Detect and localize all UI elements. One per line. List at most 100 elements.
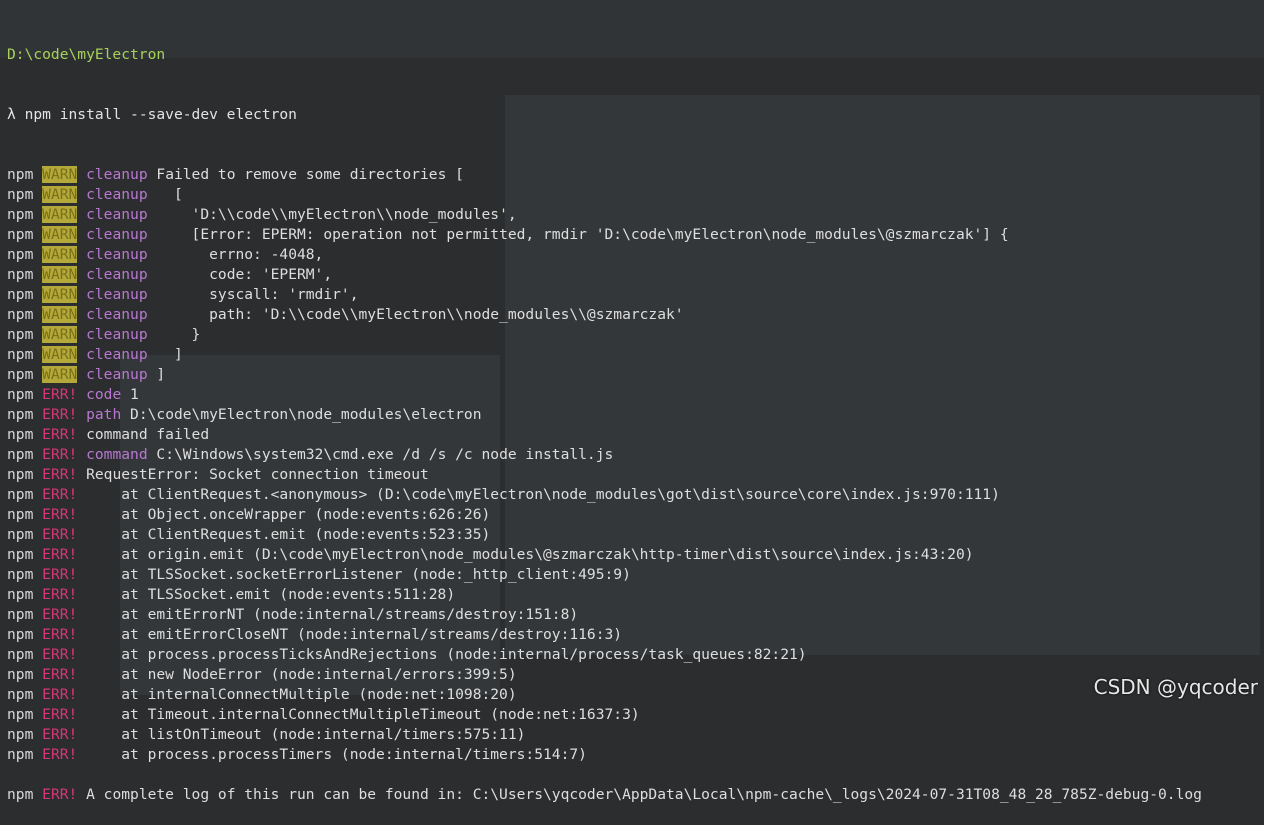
npm-prefix: npm [7,626,34,643]
log-message: at TLSSocket.emit (node:events:511:28) [86,586,456,603]
log-line: npm ERR! RequestError: Socket connection… [7,465,1257,485]
log-message: A complete log of this run can be found … [86,786,1202,803]
npm-prefix: npm [7,466,34,483]
log-line: npm ERR! command C:\Windows\system32\cmd… [7,445,1257,465]
log-message: at ClientRequest.<anonymous> (D:\code\my… [86,486,1000,503]
err-badge: ERR! [42,726,78,743]
warn-badge: WARN [42,326,78,343]
command-line: λ npm install --save-dev electron [7,105,1257,125]
err-badge: ERR! [42,566,78,583]
log-keyword: path [86,406,122,423]
npm-prefix: npm [7,386,34,403]
npm-prefix: npm [7,366,34,383]
log-line: npm ERR! at origin.emit (D:\code\myElect… [7,545,1257,565]
log-keyword: cleanup [86,246,148,263]
log-line: npm ERR! at new NodeError (node:internal… [7,665,1257,685]
npm-prefix: npm [7,326,34,343]
npm-prefix: npm [7,186,34,203]
log-line: npm ERR! at process.processTimers (node:… [7,745,1257,765]
err-badge: ERR! [42,386,78,403]
log-message: at emitErrorNT (node:internal/streams/de… [86,606,579,623]
warn-badge: WARN [42,226,78,243]
log-keyword: cleanup [86,166,148,183]
npm-prefix: npm [7,666,34,683]
log-keyword: cleanup [86,366,148,383]
log-message: ] [147,366,166,383]
log-keyword: code [86,386,122,403]
err-badge: ERR! [42,606,78,623]
log-keyword: cleanup [86,226,148,243]
npm-prefix: npm [7,246,34,263]
log-line: npm ERR! path D:\code\myElectron\node_mo… [7,405,1257,425]
log-message: code: 'EPERM', [147,266,333,283]
npm-prefix: npm [7,686,34,703]
log-keyword: cleanup [86,326,148,343]
log-message: 1 [121,386,139,403]
err-badge: ERR! [42,706,78,723]
npm-prefix: npm [7,506,34,523]
err-badge: ERR! [42,446,78,463]
log-line: npm ERR! at process.processTicksAndRejec… [7,645,1257,665]
log-lines: npm WARN cleanup Failed to remove some d… [7,165,1257,805]
log-message: ] [147,346,183,363]
log-line: npm ERR! at TLSSocket.socketErrorListene… [7,565,1257,585]
err-badge: ERR! [42,526,78,543]
warn-badge: WARN [42,346,78,363]
log-line: npm ERR! command failed [7,425,1257,445]
err-badge: ERR! [42,486,78,503]
log-message: at new NodeError (node:internal/errors:3… [86,666,517,683]
err-badge: ERR! [42,626,78,643]
warn-badge: WARN [42,166,78,183]
log-message: C:\Windows\system32\cmd.exe /d /s /c nod… [147,446,614,463]
log-message: at process.processTicksAndRejections (no… [86,646,807,663]
log-keyword: cleanup [86,286,148,303]
err-badge: ERR! [42,426,78,443]
log-keyword: command [86,446,148,463]
log-message: } [147,326,201,343]
npm-prefix: npm [7,726,34,743]
log-line: npm ERR! at listOnTimeout (node:internal… [7,725,1257,745]
err-badge: ERR! [42,466,78,483]
log-line: npm ERR! at emitErrorNT (node:internal/s… [7,605,1257,625]
log-line: npm WARN cleanup syscall: 'rmdir', [7,285,1257,305]
log-line: npm ERR! at emitErrorCloseNT (node:inter… [7,625,1257,645]
npm-prefix: npm [7,546,34,563]
log-message: at listOnTimeout (node:internal/timers:5… [86,726,526,743]
log-line: npm ERR! at Timeout.internalConnectMulti… [7,705,1257,725]
npm-prefix: npm [7,346,34,363]
err-badge: ERR! [42,686,78,703]
npm-prefix: npm [7,266,34,283]
log-message: command failed [86,426,210,443]
log-keyword: cleanup [86,186,148,203]
npm-prefix: npm [7,746,34,763]
log-line: npm WARN cleanup Failed to remove some d… [7,165,1257,185]
npm-prefix: npm [7,286,34,303]
log-line: npm WARN cleanup [ [7,185,1257,205]
err-badge: ERR! [42,786,78,803]
terminal-output: D:\code\myElectron λ npm install --save-… [7,5,1257,803]
log-keyword: cleanup [86,206,148,223]
log-message: [ [147,186,183,203]
prompt-symbol: λ [7,106,16,123]
npm-prefix: npm [7,166,34,183]
log-keyword: cleanup [86,266,148,283]
log-line: npm ERR! at Object.onceWrapper (node:eve… [7,505,1257,525]
log-message: RequestError: Socket connection timeout [86,466,429,483]
log-message: at Object.onceWrapper (node:events:626:2… [86,506,491,523]
log-line: npm ERR! at ClientRequest.<anonymous> (D… [7,485,1257,505]
npm-prefix: npm [7,226,34,243]
watermark: CSDN @yqcoder [1093,675,1258,699]
npm-prefix: npm [7,306,34,323]
log-keyword: cleanup [86,346,148,363]
log-line: npm WARN cleanup ] [7,365,1257,385]
npm-prefix: npm [7,426,34,443]
log-line: npm ERR! code 1 [7,385,1257,405]
npm-prefix: npm [7,586,34,603]
warn-badge: WARN [42,286,78,303]
npm-prefix: npm [7,486,34,503]
err-badge: ERR! [42,546,78,563]
warn-badge: WARN [42,186,78,203]
log-message: [Error: EPERM: operation not permitted, … [147,226,1009,243]
log-line: npm ERR! A complete log of this run can … [7,785,1257,805]
err-badge: ERR! [42,406,78,423]
